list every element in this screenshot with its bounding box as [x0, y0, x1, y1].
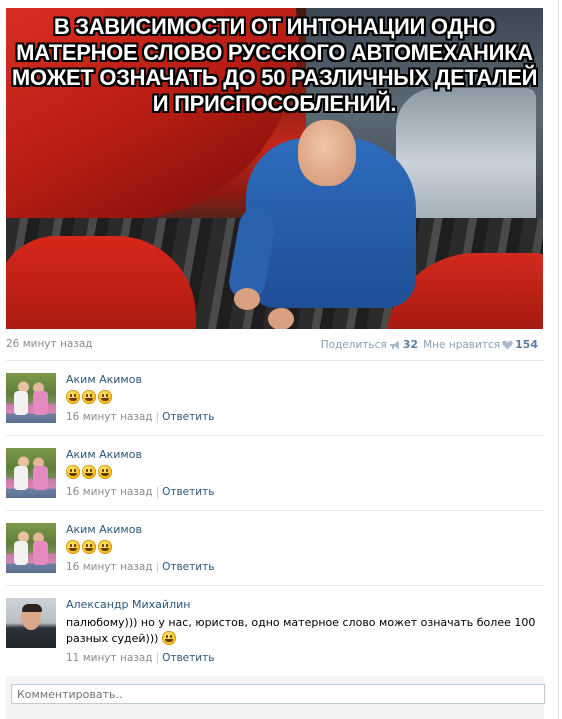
comment-author[interactable]: Александр Михайлин [66, 598, 544, 612]
caption-line: матерное слово русского автомеханика [16, 39, 533, 65]
comment-input[interactable] [11, 684, 545, 704]
comment-text [66, 540, 544, 556]
grin-emoji-icon [66, 390, 80, 404]
comment-author[interactable]: Аким Акимов [66, 373, 544, 387]
heart-icon [502, 340, 513, 349]
reply-link[interactable]: Ответить [162, 411, 214, 423]
comment-author[interactable]: Аким Акимов [66, 523, 544, 537]
grin-emoji-icon [82, 390, 96, 404]
grin-emoji-icon [82, 465, 96, 479]
comment-time[interactable]: 16 минут назад [66, 411, 153, 423]
avatar[interactable] [6, 373, 56, 423]
divider [6, 510, 544, 511]
caption-line: может означать до 50 различных деталей [11, 65, 538, 90]
comment-time[interactable]: 16 минут назад [66, 486, 153, 498]
grin-emoji-icon [82, 540, 96, 554]
separator: | [155, 561, 160, 573]
post-time[interactable]: 26 минут назад [6, 338, 93, 350]
divider [6, 585, 544, 586]
comment-time[interactable]: 11 минут назад [66, 652, 153, 664]
comment-time[interactable]: 16 минут назад [66, 561, 153, 573]
reply-link[interactable]: Ответить [162, 561, 214, 573]
comment-text [66, 390, 544, 406]
avatar[interactable] [6, 448, 56, 498]
grin-emoji-icon [98, 390, 112, 404]
grin-emoji-icon [98, 540, 112, 554]
grin-emoji-icon [161, 631, 176, 645]
avatar[interactable] [6, 523, 56, 573]
share-label: Поделиться [320, 338, 387, 351]
like-label: Мне нравится [423, 338, 501, 351]
divider [6, 435, 544, 436]
separator: | [155, 411, 160, 423]
comment-message: палюбому))) но у нас, юристов, одно мате… [66, 616, 536, 645]
comment-text [66, 465, 544, 481]
separator: | [155, 486, 160, 498]
grin-emoji-icon [98, 465, 112, 479]
avatar[interactable] [6, 598, 56, 648]
post-photo[interactable]: В зависимости от интонации одно матерное… [6, 8, 543, 329]
comment-form [6, 676, 545, 719]
photo-caption: В зависимости от интонации одно матерное… [6, 14, 543, 116]
caption-line: В зависимости от интонации одно [53, 14, 496, 39]
share-count: 32 [402, 338, 418, 351]
reply-link[interactable]: Ответить [162, 486, 214, 498]
divider [6, 360, 544, 361]
caption-line: и приспособлений. [152, 90, 397, 116]
like-button[interactable]: Мне нравится 154 [423, 338, 538, 351]
grin-emoji-icon [66, 540, 80, 554]
like-count: 154 [515, 338, 538, 351]
grin-emoji-icon [66, 465, 80, 479]
page-border [558, 0, 559, 719]
post-meta: 26 минут назад Поделиться 32 Мне нравитс… [6, 338, 538, 352]
megaphone-icon [389, 340, 399, 349]
share-button[interactable]: Поделиться 32 [321, 338, 418, 351]
comment-text: палюбому))) но у нас, юристов, одно мате… [66, 615, 536, 647]
reply-link[interactable]: Ответить [162, 652, 214, 664]
separator: | [155, 652, 160, 664]
comment-author[interactable]: Аким Акимов [66, 448, 544, 462]
